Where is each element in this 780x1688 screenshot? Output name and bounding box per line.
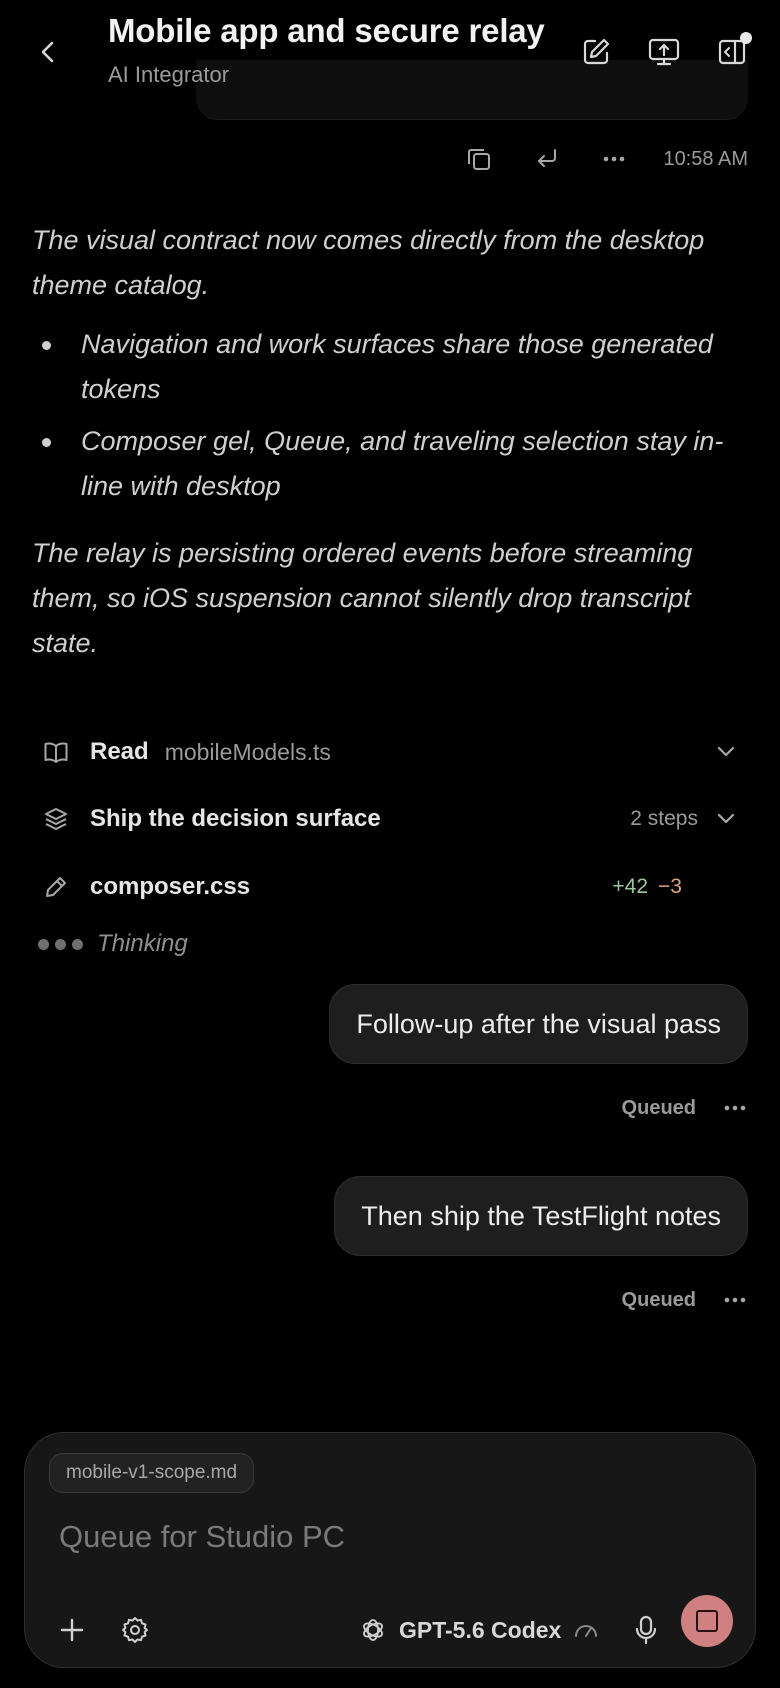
plan-row[interactable]: Ship the decision surface 2 steps [32, 793, 748, 845]
list-item: Composer gel, Queue, and traveling selec… [32, 419, 752, 509]
message-more-button[interactable] [593, 138, 635, 180]
side-panel-button[interactable] [710, 30, 754, 74]
back-chevron-icon [41, 41, 54, 63]
model-name: GPT-5.6 Codex [399, 1616, 562, 1643]
copy-button[interactable] [458, 138, 500, 180]
host-desktop-button[interactable] [642, 30, 686, 74]
edited-file-name: composer.css [90, 873, 251, 900]
list-item-text: Navigation and work surfaces share those… [81, 329, 713, 404]
page-title: Mobile app and secure relay [108, 12, 545, 49]
composer: mobile-v1-scope.md Queue for Studio PC G… [24, 1432, 756, 1668]
microphone-icon [635, 1615, 657, 1645]
queued-label: Queued [621, 1288, 696, 1311]
lines-removed: −3 [658, 875, 682, 898]
queued-more-button[interactable] [722, 1287, 748, 1313]
gear-icon [122, 1617, 148, 1643]
speed-gauge-icon [575, 1625, 598, 1637]
queued-status-row: Queued [622, 1090, 748, 1126]
assistant-paragraph: The relay is persisting ordered events b… [32, 538, 693, 658]
stop-button[interactable] [681, 1595, 733, 1647]
chevron-down-icon [717, 746, 735, 757]
pencil-icon [32, 875, 80, 899]
openai-logo-icon [363, 1619, 383, 1641]
bullet-dot [42, 438, 51, 447]
queued-status-row: Queued [622, 1282, 748, 1318]
plan-steps-count: 2 steps [630, 807, 698, 830]
list-item: Navigation and work surfaces share those… [32, 322, 752, 412]
thinking-dot [38, 938, 49, 950]
thinking-indicator: Thinking [38, 926, 188, 962]
read-file-row[interactable]: Read mobileModels.ts [32, 726, 748, 778]
voice-input-button[interactable] [623, 1607, 669, 1653]
composer-input[interactable]: Queue for Studio PC [59, 1519, 345, 1555]
book-icon [32, 740, 80, 764]
queued-label: Queued [621, 1096, 696, 1119]
assistant-message: The visual contract now comes directly f… [32, 218, 752, 680]
thinking-dot [55, 938, 66, 950]
reply-button[interactable] [526, 138, 568, 180]
plan-label: Ship the decision surface [90, 805, 381, 832]
edit-file-row[interactable]: composer.css +42 −3 [32, 861, 748, 913]
thinking-label: Thinking [97, 930, 188, 957]
chevron-down-icon [717, 813, 735, 824]
queued-more-button[interactable] [722, 1095, 748, 1121]
thinking-dot [72, 938, 83, 950]
model-selector[interactable]: GPT-5.6 Codex [359, 1609, 599, 1651]
app-header: Mobile app and secure relay AI Integrato… [0, 0, 780, 108]
list-item-text: Composer gel, Queue, and traveling selec… [81, 426, 724, 501]
assistant-paragraph: The visual contract now comes directly f… [32, 225, 705, 300]
stop-icon [696, 1610, 718, 1632]
layers-icon [32, 806, 80, 832]
plus-icon [60, 1618, 84, 1642]
more-icon [724, 1105, 746, 1111]
copy-icon [468, 149, 490, 170]
monitor-upload-icon [648, 38, 680, 66]
bullet-dot [42, 341, 51, 350]
notification-dot [740, 32, 752, 44]
page-subtitle: AI Integrator [108, 62, 230, 87]
attachment-chip[interactable]: mobile-v1-scope.md [49, 1453, 255, 1493]
message-actions: 10:58 AM [0, 138, 780, 180]
message-timestamp: 10:58 AM [663, 148, 748, 170]
queued-message-bubble[interactable]: Then ship the TestFlight notes [334, 1176, 748, 1256]
more-icon [603, 156, 625, 162]
read-label: Read [90, 738, 149, 765]
back-button[interactable] [30, 32, 66, 72]
queued-message-bubble[interactable]: Follow-up after the visual pass [329, 984, 748, 1064]
edit-icon [583, 38, 610, 65]
new-chat-button[interactable] [574, 30, 618, 74]
add-attachment-button[interactable] [49, 1607, 95, 1653]
lines-added: +42 [612, 875, 649, 898]
settings-button[interactable] [112, 1607, 158, 1653]
assistant-bullet-list: Navigation and work surfaces share those… [32, 322, 752, 509]
reply-icon [538, 149, 556, 167]
more-icon [724, 1297, 746, 1303]
read-file-name: mobileModels.ts [164, 738, 331, 765]
